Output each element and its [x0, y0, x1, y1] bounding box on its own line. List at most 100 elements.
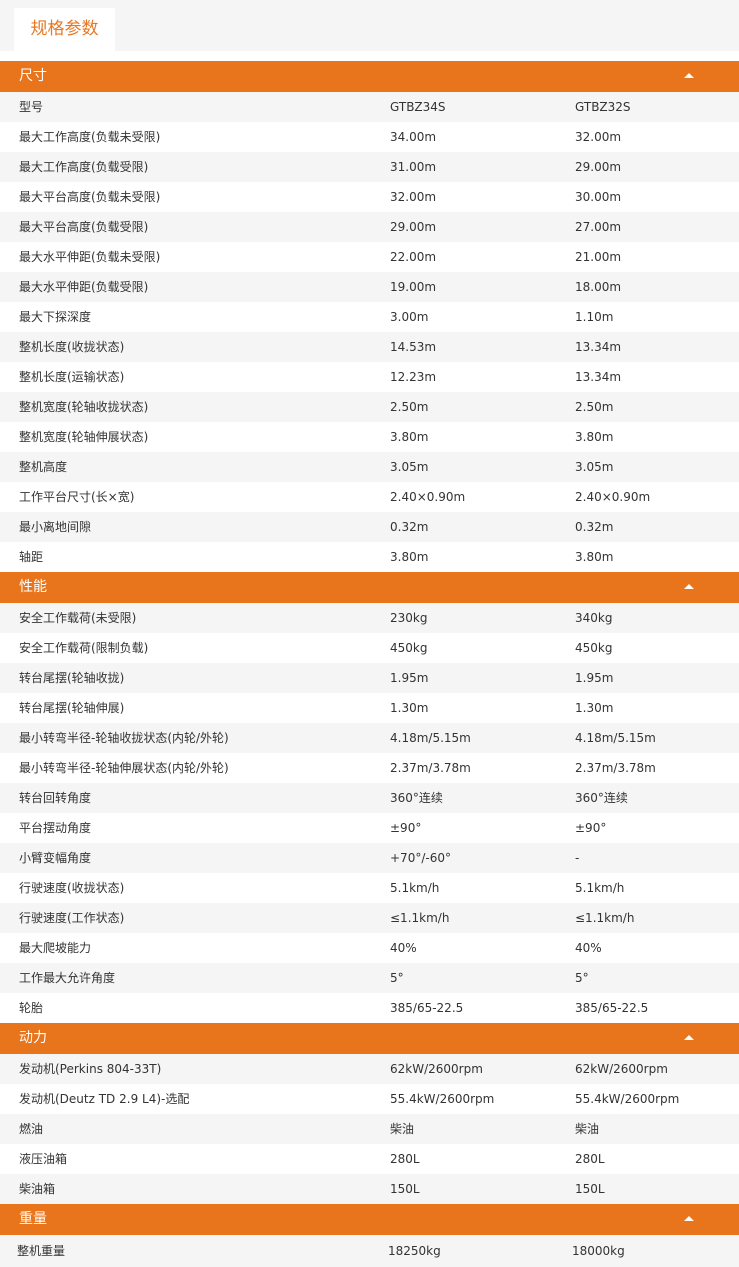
spec-value-model-2: ≤1.1km/h — [575, 911, 635, 925]
spec-value-model-1: 385/65-22.5 — [390, 1001, 464, 1015]
section-header[interactable]: 性能 — [0, 572, 739, 603]
spec-value-model-2: 55.4kW/2600rpm — [575, 1092, 680, 1106]
spec-value-model-2: 3.80m — [575, 430, 614, 444]
spec-name: 发动机(Deutz TD 2.9 L4)-选配 — [19, 1092, 190, 1106]
spec-row: 型号 GTBZ34S GTBZ32S — [0, 92, 739, 122]
spec-value-model-2: 18.00m — [575, 280, 622, 294]
spec-name: 整机宽度(轮轴收拢状态) — [19, 400, 149, 414]
spec-value-model-2: 62kW/2600rpm — [575, 1062, 668, 1076]
spec-value-model-1: 2.50m — [390, 400, 429, 414]
spec-row: 最大工作高度(负载未受限) 34.00m 32.00m — [0, 122, 739, 152]
spec-row: 整机高度 3.05m 3.05m — [0, 452, 739, 482]
spec-value-model-2: 5° — [575, 971, 589, 985]
spec-value-model-2: 27.00m — [575, 220, 622, 234]
spec-row: 燃油 柴油 柴油 — [0, 1114, 739, 1144]
tab-specifications[interactable]: 规格参数 — [14, 8, 115, 51]
spec-row: 安全工作载荷(未受限) 230kg 340kg — [0, 603, 739, 633]
spec-row: 发动机(Perkins 804-33T) 62kW/2600rpm 62kW/260… — [0, 1054, 739, 1084]
spec-value-model-1: +70°/-60° — [390, 851, 451, 865]
spec-value-model-2: 4.18m/5.15m — [575, 731, 656, 745]
spec-row: 最大工作高度(负载受限) 31.00m 29.00m — [0, 152, 739, 182]
spec-value-model-2: 1.10m — [575, 310, 614, 324]
spec-value-model-2: 450kg — [575, 641, 613, 655]
spec-value-model-1: 3.05m — [390, 460, 429, 474]
collapse-caret-icon[interactable] — [684, 1216, 694, 1221]
spec-value-model-2: 280L — [575, 1152, 605, 1166]
collapse-caret-icon[interactable] — [684, 73, 694, 78]
spec-row: 整机长度(运输状态) 12.23m 13.34m — [0, 362, 739, 392]
spec-row: 小臂变幅角度 +70°/-60° - — [0, 843, 739, 873]
spec-value-model-1: GTBZ34S — [390, 100, 446, 114]
spec-value-model-2: 21.00m — [575, 250, 622, 264]
spec-name: 轴距 — [19, 550, 44, 564]
spec-row: 最小转弯半径-轮轴伸展状态(内轮/外轮) 2.37m/3.78m 2.37m/3.7… — [0, 753, 739, 783]
spec-value-model-1: 280L — [390, 1152, 420, 1166]
spec-name: 转台尾摆(轮轴伸展) — [19, 701, 125, 715]
spec-row: 最大爬坡能力 40% 40% — [0, 933, 739, 963]
spec-value-model-1: 62kW/2600rpm — [390, 1062, 483, 1076]
spec-name: 最大工作高度(负载未受限) — [19, 130, 161, 144]
spec-value-model-1: 5° — [390, 971, 404, 985]
spec-value-model-2: 1.95m — [575, 671, 614, 685]
spec-name: 安全工作载荷(未受限) — [19, 611, 137, 625]
spec-value-model-1: 0.32m — [390, 520, 429, 534]
spec-row: 整机长度(收拢状态) 14.53m 13.34m — [0, 332, 739, 362]
spec-name: 整机重量 — [17, 1244, 66, 1258]
spec-value-model-1: 柴油 — [390, 1122, 415, 1136]
spec-value-model-2: 2.37m/3.78m — [575, 761, 656, 775]
spec-name: 整机高度 — [19, 460, 68, 474]
spec-value-model-2: 32.00m — [575, 130, 622, 144]
spec-row: 行驶速度(工作状态) ≤1.1km/h ≤1.1km/h — [0, 903, 739, 933]
spec-value-model-2: 40% — [575, 941, 602, 955]
spec-name: 最小转弯半径-轮轴收拢状态(内轮/外轮) — [19, 731, 229, 745]
spec-row: 柴油箱 150L 150L — [0, 1174, 739, 1204]
spec-value-model-1: 32.00m — [390, 190, 437, 204]
spec-value-model-2: 0.32m — [575, 520, 614, 534]
spec-value-model-2: 29.00m — [575, 160, 622, 174]
spec-name: 液压油箱 — [19, 1152, 68, 1166]
spec-row: 轮胎 385/65-22.5 385/65-22.5 — [0, 993, 739, 1023]
collapse-caret-icon[interactable] — [684, 584, 694, 589]
section-header[interactable]: 尺寸 — [0, 61, 739, 92]
spec-name: 行驶速度(工作状态) — [19, 911, 125, 925]
spec-row: 轴距 3.80m 3.80m — [0, 542, 739, 572]
spec-name: 燃油 — [19, 1122, 44, 1136]
spec-value-model-1: 2.37m/3.78m — [390, 761, 471, 775]
section-header[interactable]: 重量 — [0, 1204, 739, 1235]
spec-value-model-2: 2.40×0.90m — [575, 490, 651, 504]
spec-value-model-2: 18000kg — [572, 1244, 625, 1258]
spec-name: 工作最大允许角度 — [19, 971, 116, 985]
spec-name: 轮胎 — [19, 1001, 44, 1015]
spec-row: 最小转弯半径-轮轴收拢状态(内轮/外轮) 4.18m/5.15m 4.18m/5.1… — [0, 723, 739, 753]
spec-value-model-1: 40% — [390, 941, 417, 955]
spec-value-model-1: 3.80m — [390, 550, 429, 564]
spec-name: 整机长度(运输状态) — [19, 370, 125, 384]
spec-value-model-2: 柴油 — [575, 1122, 600, 1136]
spec-name: 最大水平伸距(负载未受限) — [19, 250, 161, 264]
spec-value-model-2: - — [575, 851, 580, 865]
section-title: 动力 — [19, 1030, 47, 1046]
spec-value-model-1: 450kg — [390, 641, 428, 655]
spec-row: 发动机(Deutz TD 2.9 L4)-选配 55.4kW/2600rpm 55.… — [0, 1084, 739, 1114]
spec-row: 行驶速度(收拢状态) 5.1km/h 5.1km/h — [0, 873, 739, 903]
spec-value-model-2: GTBZ32S — [575, 100, 631, 114]
spec-value-model-1: 22.00m — [390, 250, 437, 264]
spec-row: 平台摆动角度 ±90° ±90° — [0, 813, 739, 843]
spec-value-model-1: 3.80m — [390, 430, 429, 444]
spec-value-model-1: 5.1km/h — [390, 881, 440, 895]
spec-row: 转台回转角度 360°连续 360°连续 — [0, 783, 739, 813]
spec-value-model-1: ≤1.1km/h — [390, 911, 450, 925]
spec-name: 行驶速度(收拢状态) — [19, 881, 125, 895]
spec-name: 最小转弯半径-轮轴伸展状态(内轮/外轮) — [19, 761, 229, 775]
spec-row: 工作平台尺寸(长×宽) 2.40×0.90m 2.40×0.90m — [0, 482, 739, 512]
spec-name: 整机长度(收拢状态) — [19, 340, 125, 354]
spec-name: 安全工作载荷(限制负载) — [19, 641, 149, 655]
spec-name: 平台摆动角度 — [19, 821, 92, 835]
section-header[interactable]: 动力 — [0, 1023, 739, 1054]
collapse-caret-icon[interactable] — [684, 1035, 694, 1040]
spec-row: 最大平台高度(负载受限) 29.00m 27.00m — [0, 212, 739, 242]
spec-value-model-2: 340kg — [575, 611, 613, 625]
spec-name: 最大平台高度(负载未受限) — [19, 190, 161, 204]
spec-value-model-1: 3.00m — [390, 310, 429, 324]
section-title: 性能 — [19, 579, 47, 595]
